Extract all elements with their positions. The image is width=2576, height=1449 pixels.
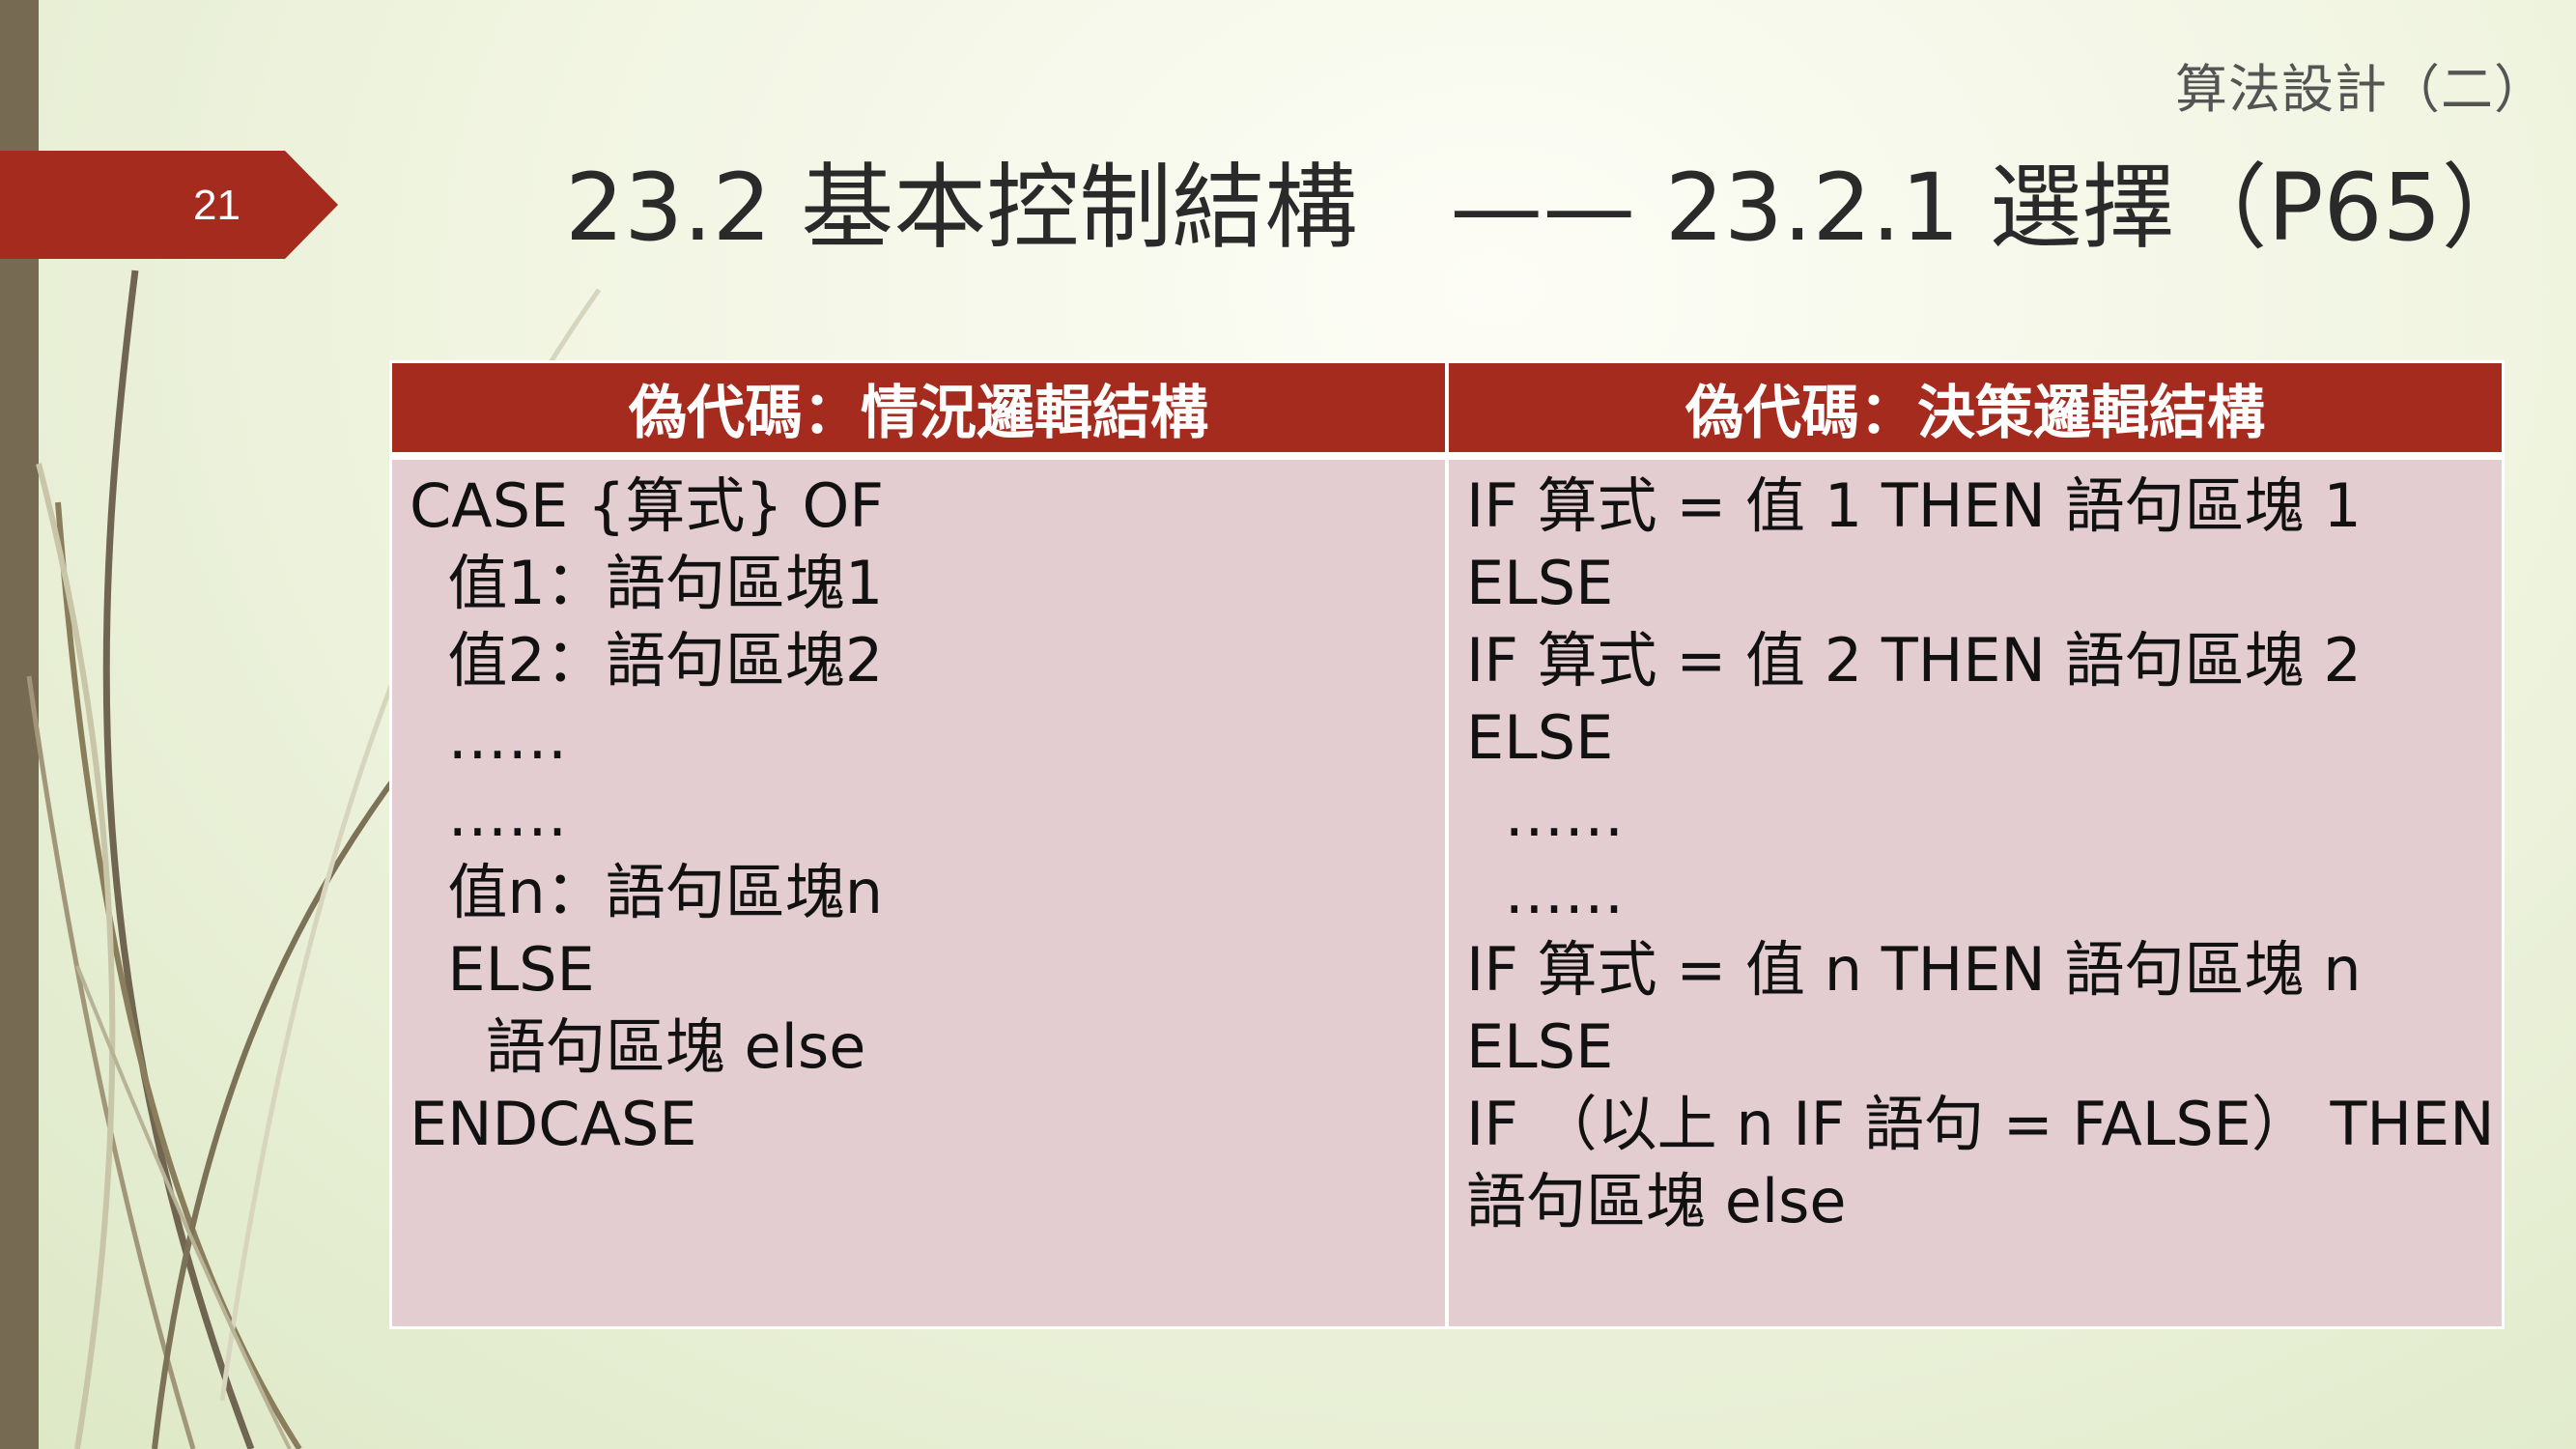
- code-line: IF 算式 = 值 n THEN 語句區塊 n: [1466, 934, 2362, 1005]
- code-line: 值1：語句區塊1: [410, 548, 884, 618]
- header-label: 算法設計（二）: [2175, 59, 2547, 120]
- code-line: IF （以上 n IF 語句 = FALSE） THEN: [1466, 1089, 2495, 1159]
- code-line: ……: [410, 780, 568, 850]
- slide-title: 23.2 基本控制結構 —— 23.2.1 選擇（P65）: [565, 154, 2534, 262]
- slide-number: 21: [193, 182, 241, 229]
- code-line: ENDCASE: [410, 1089, 697, 1159]
- code-line: IF 算式 = 值 2 THEN 語句區塊 2: [1466, 625, 2362, 696]
- table-header-case: 偽代碼：情況邏輯結構: [392, 363, 1449, 460]
- code-line: ELSE: [1466, 1011, 1614, 1082]
- code-line: ELSE: [1466, 702, 1614, 773]
- code-line: ELSE: [410, 934, 595, 1005]
- code-line: 語句區塊 else: [1466, 1166, 1847, 1236]
- code-line: ……: [1466, 857, 1625, 927]
- code-line: ……: [1466, 780, 1625, 850]
- code-line: ……: [410, 702, 568, 773]
- code-line: ELSE: [1466, 548, 1614, 618]
- table-header-decision: 偽代碼：決策邏輯結構: [1447, 363, 2502, 460]
- comparison-table: 偽代碼：情況邏輯結構 偽代碼：決策邏輯結構 CASE {算式} OF 值1：語句…: [392, 363, 2502, 1326]
- code-line: 值n：語句區塊n: [410, 857, 884, 927]
- code-line: 值2：語句區塊2: [410, 625, 884, 696]
- decision-pseudocode-cell: IF 算式 = 值 1 THEN 語句區塊 1 ELSE IF 算式 = 值 2…: [1447, 456, 2502, 1326]
- comparison-table-container: 偽代碼：情況邏輯結構 偽代碼：決策邏輯結構 CASE {算式} OF 值1：語句…: [389, 360, 2505, 1329]
- case-pseudocode-cell: CASE {算式} OF 值1：語句區塊1 值2：語句區塊2 …… …… 值n：…: [392, 456, 1449, 1326]
- code-line: IF 算式 = 值 1 THEN 語句區塊 1: [1466, 470, 2362, 541]
- code-line: 語句區塊 else: [410, 1011, 866, 1082]
- code-line: CASE {算式} OF: [410, 470, 885, 541]
- slide-number-tab: [0, 151, 338, 259]
